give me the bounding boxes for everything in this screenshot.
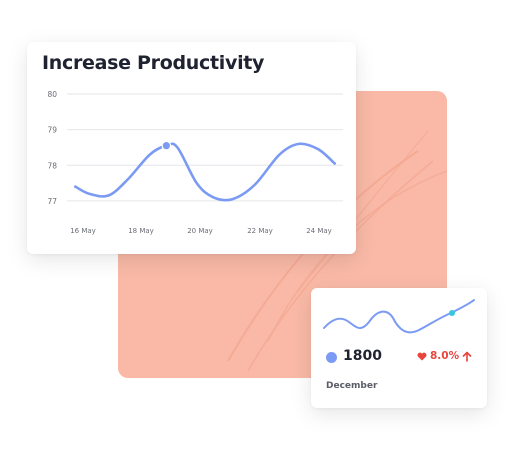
productivity-chart-card: Increase Productivity 80 79 78 77 16 May 18 M… (27, 42, 356, 254)
x-tick-label: 22 May (247, 227, 273, 235)
stat-period: December (326, 381, 378, 391)
x-tick-label: 16 May (70, 227, 96, 235)
sparkline-line (323, 299, 475, 334)
y-tick-label: 78 (47, 161, 57, 170)
stat-change-value: 8.0% (430, 350, 460, 362)
stat-card: 1800 8.0% December (311, 288, 487, 408)
stat-change: 8.0% (417, 350, 472, 362)
y-tick-label: 80 (47, 90, 57, 99)
arrow-up-icon (462, 351, 472, 362)
stat-value: 1800 (343, 348, 382, 364)
series-line (74, 142, 336, 202)
x-tick-label: 18 May (128, 227, 154, 235)
y-tick-label: 79 (47, 126, 57, 135)
sparkline-chart (323, 299, 475, 334)
sparkline-marker (449, 310, 455, 316)
productivity-line-chart: 80 79 78 77 16 May 18 May 20 May 22 May 24 May (47, 90, 343, 235)
series-dot (326, 352, 337, 363)
x-tick-label: 20 May (187, 227, 213, 235)
highlight-point[interactable] (162, 142, 170, 150)
x-tick-label: 24 May (306, 227, 332, 235)
y-tick-label: 77 (47, 197, 57, 206)
heart-icon (417, 352, 427, 360)
